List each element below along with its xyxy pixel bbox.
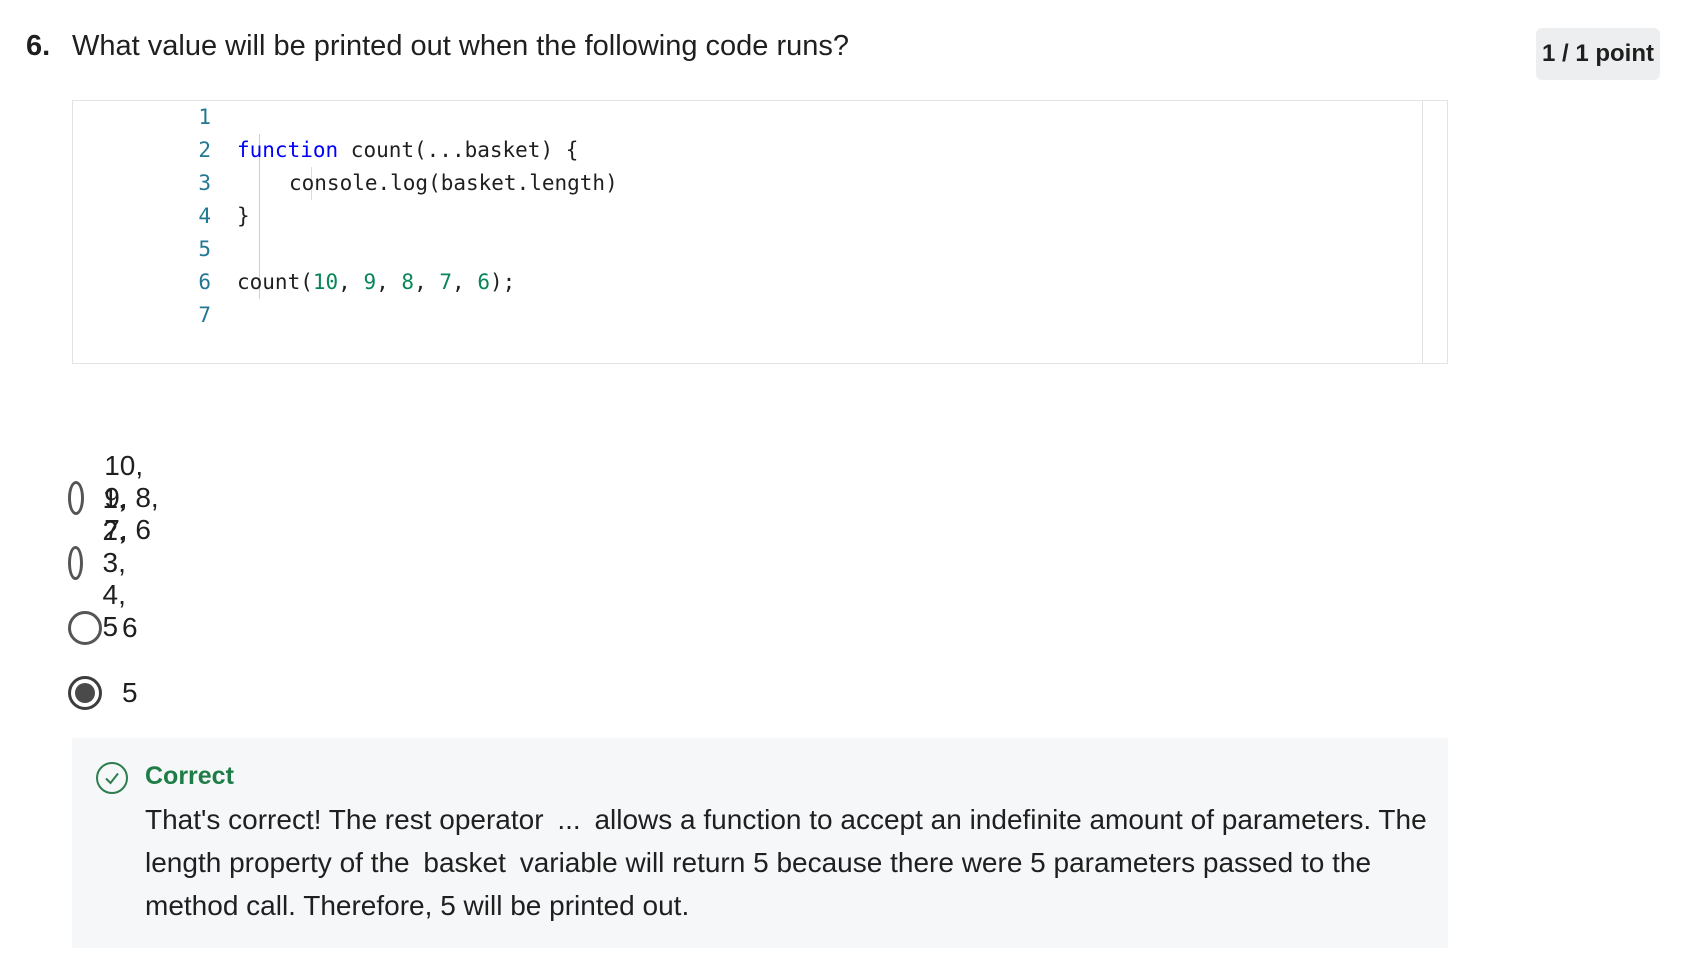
question-number: 6. xyxy=(26,30,51,62)
option-label: 5 xyxy=(122,677,138,708)
code-number: 8 xyxy=(401,270,415,294)
code-line: function count(...basket) { xyxy=(237,134,578,167)
radio-dot xyxy=(75,683,95,703)
code-line: } xyxy=(237,200,250,233)
code-text: , xyxy=(376,270,402,294)
code-text: count(...basket) { xyxy=(338,138,579,162)
check-mark xyxy=(105,772,119,785)
feedback-status: Correct xyxy=(145,762,234,790)
question-text: What value will be printed out when the … xyxy=(72,30,850,62)
line-number: 2 xyxy=(198,138,211,162)
question-header: 6. What value will be printed out when t… xyxy=(26,30,849,63)
code-number: 9 xyxy=(363,270,377,294)
line-numbers: 1 2 3 4 5 6 7 xyxy=(73,101,211,332)
feedback-text-part: That's correct! The rest operator xyxy=(145,804,544,835)
code-text: , xyxy=(414,270,440,294)
inline-code: basket xyxy=(423,847,506,878)
line-number: 5 xyxy=(198,237,211,261)
code-line: count(10, 9, 8, 7, 6); xyxy=(237,266,515,299)
check-circle-icon xyxy=(96,762,128,794)
code-text: } xyxy=(237,204,250,228)
code-line: console.log(basket.length) xyxy=(289,167,618,200)
code-text: ); xyxy=(489,270,516,294)
line-number: 7 xyxy=(198,303,211,327)
radio-button[interactable] xyxy=(68,546,83,580)
line-number: 3 xyxy=(198,171,211,195)
line-number: 4 xyxy=(198,204,211,228)
inline-code: ... xyxy=(557,804,581,835)
answer-option[interactable]: 1, 2, 3, 4, 5 xyxy=(68,483,145,642)
radio-button[interactable] xyxy=(68,481,85,515)
code-text: count( xyxy=(237,270,313,294)
points-badge: 1 / 1 point xyxy=(1536,28,1660,80)
code-editor[interactable]: 1 2 3 4 5 6 7 function count(...basket) … xyxy=(72,100,1448,364)
option-label: 6 xyxy=(122,612,138,643)
line-number: 6 xyxy=(198,270,211,294)
code-scrollbar[interactable] xyxy=(1422,101,1447,363)
code-number: 6 xyxy=(477,270,490,294)
radio-button-checked[interactable] xyxy=(68,676,102,710)
code-number: 10 xyxy=(312,270,339,294)
feedback-panel: Correct That's correct! The rest operato… xyxy=(72,738,1448,948)
answer-option-selected[interactable]: 5 xyxy=(68,673,138,713)
code-number: 7 xyxy=(439,270,453,294)
code-text: console.log(basket.length) xyxy=(289,171,618,195)
radio-button[interactable] xyxy=(68,611,102,645)
code-keyword: function xyxy=(237,138,339,162)
answer-option[interactable]: 6 xyxy=(68,608,138,648)
line-number: 1 xyxy=(198,105,211,129)
code-text: , xyxy=(338,270,364,294)
code-text: , xyxy=(452,270,478,294)
feedback-text: That's correct! The rest operator ... al… xyxy=(145,798,1435,927)
